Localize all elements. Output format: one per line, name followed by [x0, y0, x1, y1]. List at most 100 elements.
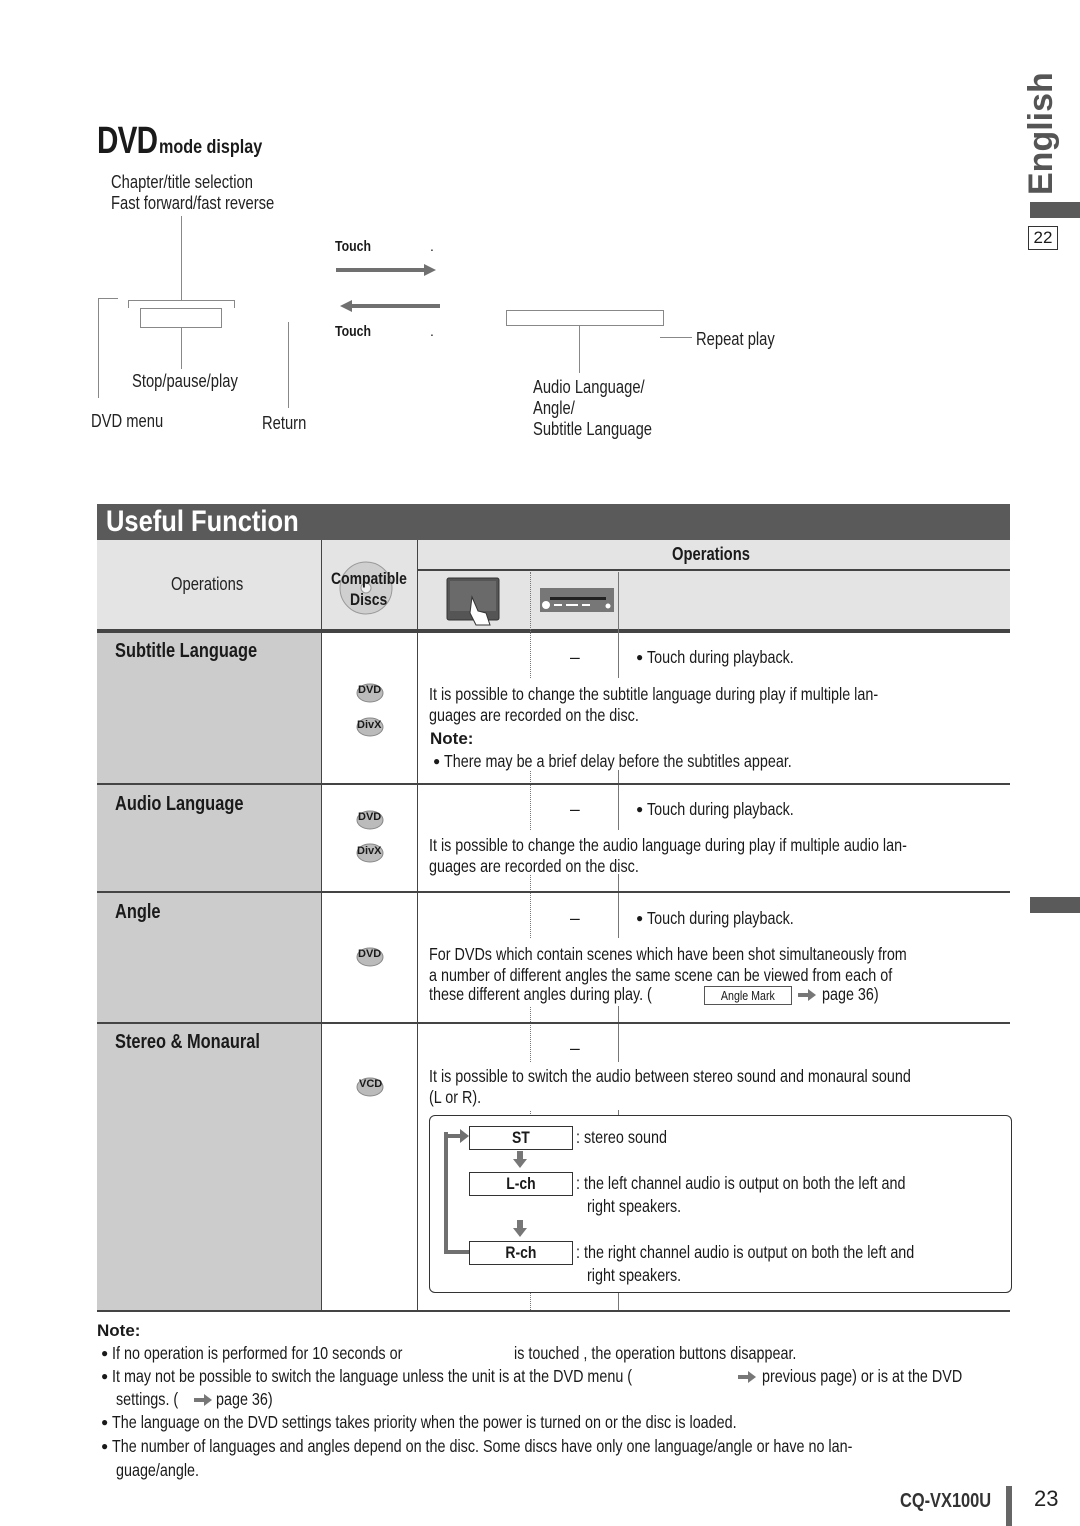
- arrow-right-icon: [336, 264, 436, 276]
- leader-line: [288, 322, 289, 408]
- row-description: a number of different angles the same sc…: [429, 965, 893, 985]
- label-audio-language: Audio Language/: [533, 377, 645, 397]
- page-ref-box: 22: [1028, 226, 1058, 250]
- header-compatible: Compatible: [331, 569, 407, 588]
- row-description: (L or R).: [429, 1087, 482, 1107]
- leader-line: [98, 298, 99, 398]
- row-divider: [97, 891, 1010, 893]
- label-dvd-menu: DVD menu: [91, 411, 164, 431]
- useful-function-header: Useful Function: [97, 504, 1010, 540]
- label-return: Return: [262, 413, 307, 433]
- unit-operation: –: [570, 908, 580, 928]
- arrow-left-icon: [340, 300, 440, 312]
- unit-operation: –: [570, 799, 580, 819]
- touch-label-bottom: Touch: [335, 323, 371, 340]
- row-title-subtitle-language: Subtitle Language: [115, 640, 258, 662]
- touch-panel-icon: [446, 577, 500, 626]
- row-description: guages are recorded on the disc.: [429, 856, 639, 876]
- footer-divider: [1006, 1486, 1012, 1526]
- touch-operation: Touch during playback.: [636, 799, 826, 822]
- row-description: guages are recorded on the disc.: [429, 705, 639, 725]
- row-note: There may be a brief delay before the su…: [433, 751, 868, 774]
- arrow-right-icon: [798, 989, 816, 1001]
- bracket-line: [128, 300, 129, 308]
- arrow-right-icon: [738, 1371, 756, 1383]
- note-item: The number of languages and angles depen…: [101, 1436, 1015, 1459]
- touch-top-suffix: .: [430, 238, 434, 254]
- row-divider: [97, 1310, 1010, 1312]
- note-item: If no operation is performed for 10 seco…: [101, 1343, 466, 1366]
- note-item: It may not be possible to switch the lan…: [101, 1366, 747, 1389]
- section-title: Useful Function: [106, 505, 299, 538]
- mode-description: : the right channel audio is output on b…: [576, 1242, 915, 1262]
- button-placeholder: [506, 310, 664, 326]
- header-operations-right: Operations: [672, 544, 750, 564]
- note-item: The language on the DVD settings takes p…: [101, 1412, 874, 1435]
- section-tab-marker: [1030, 897, 1080, 913]
- disc-badge-dvd: DVD: [356, 682, 384, 709]
- dvd-mode-title: DVD mode display: [97, 120, 280, 163]
- row-title-angle: Angle: [115, 901, 161, 923]
- leader-line: [98, 298, 118, 299]
- row-title-stereo-monaural: Stereo & Monaural: [115, 1031, 260, 1053]
- row-note-label: Note:: [430, 729, 474, 748]
- notes-heading: Note:: [97, 1321, 141, 1340]
- touch-operation: Touch during playback.: [636, 908, 826, 931]
- leader-line: [181, 327, 182, 369]
- page-reference: page 36): [822, 984, 879, 1004]
- mode-description: right speakers.: [587, 1265, 682, 1285]
- label-subtitle-language: Subtitle Language: [533, 419, 653, 439]
- model-number: CQ-VX100U: [900, 1490, 992, 1512]
- note-item-cont: settings. (: [116, 1389, 179, 1409]
- cycle-arrow-icon: [444, 1129, 470, 1254]
- unit-operation: –: [570, 1038, 580, 1058]
- row-divider: [97, 783, 1010, 785]
- arrow-down-icon: [513, 1220, 527, 1237]
- bracket-line: [128, 300, 235, 301]
- arrow-down-icon: [513, 1151, 527, 1168]
- title-mode-display: mode display: [158, 137, 262, 158]
- disc-badge-dvd: DVD: [356, 809, 384, 836]
- column-divider: [417, 540, 418, 1310]
- arrow-right-icon: [194, 1394, 212, 1406]
- mode-st: ST: [469, 1126, 573, 1150]
- label-stop-pause-play: Stop/pause/play: [132, 371, 238, 391]
- divider: [417, 569, 1010, 571]
- note-item-cont: is touched , the operation buttons disap…: [514, 1343, 797, 1363]
- button-placeholder: [140, 308, 222, 328]
- label-repeat-play: Repeat play: [696, 329, 775, 349]
- language-tab-bar: [1030, 202, 1080, 218]
- header-operations-left: Operations: [171, 574, 244, 594]
- mode-lch: L-ch: [469, 1172, 573, 1196]
- angle-mark-button: Angle Mark: [704, 986, 792, 1005]
- row-divider: [97, 1022, 1010, 1024]
- row-title-audio-language: Audio Language: [115, 793, 244, 815]
- note-item-cont: previous page) or is at the DVD: [762, 1366, 963, 1386]
- label-angle: Angle/: [533, 398, 575, 418]
- leader-line: [181, 216, 182, 300]
- disc-badge-divx: DivX: [356, 842, 384, 869]
- note-item-cont: page 36): [216, 1389, 273, 1409]
- page-number: 23: [1034, 1486, 1059, 1511]
- mode-rch: R-ch: [469, 1241, 573, 1265]
- touch-bottom-suffix: .: [430, 323, 434, 339]
- header-discs: Discs: [350, 590, 388, 609]
- language-tab: English: [1022, 72, 1062, 195]
- unit-operation: –: [570, 647, 580, 667]
- touch-label-top: Touch: [335, 238, 371, 255]
- touch-operation: Touch during playback.: [636, 647, 826, 670]
- leader-line: [660, 337, 692, 338]
- mode-description: : stereo sound: [576, 1127, 667, 1147]
- mode-description: : the left channel audio is output on bo…: [576, 1173, 906, 1193]
- disc-badge-dvd: DVD: [356, 946, 384, 973]
- label-chapter-title: Chapter/title selection: [111, 172, 253, 192]
- head-unit-icon: [540, 588, 614, 612]
- row-label-bg: [97, 1024, 321, 1310]
- disc-badge-divx: DivX: [356, 716, 384, 743]
- note-item-cont: guage/angle.: [116, 1460, 199, 1480]
- language-label: English: [1022, 72, 1060, 195]
- label-fast-forward: Fast forward/fast reverse: [111, 193, 275, 213]
- title-dvd: DVD: [97, 120, 158, 162]
- row-description: For DVDs which contain scenes which have…: [429, 944, 907, 964]
- row-description: these different angles during play. (: [429, 984, 652, 1004]
